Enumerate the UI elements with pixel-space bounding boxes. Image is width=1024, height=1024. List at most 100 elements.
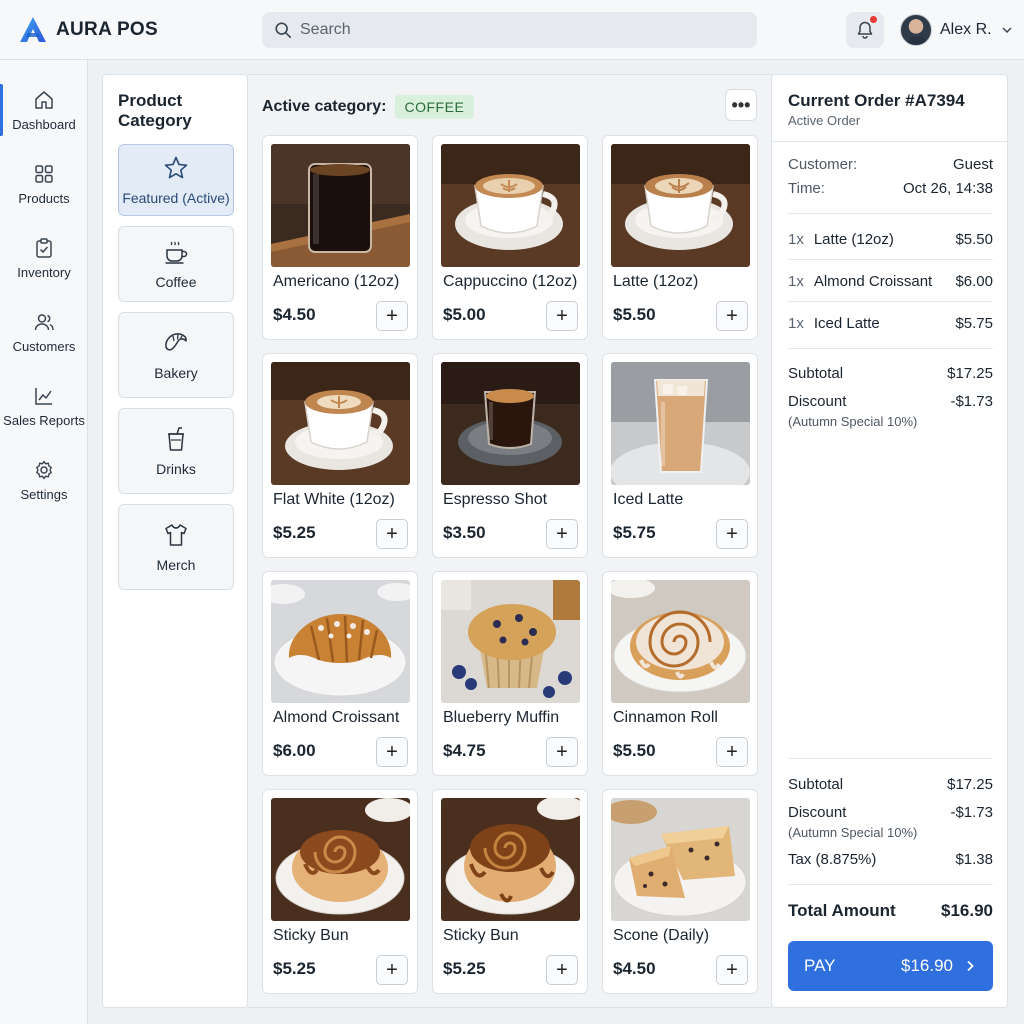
add-to-order-button[interactable]: + — [716, 955, 748, 985]
order-title: Current Order #A7394 — [788, 91, 965, 110]
product-price: $6.00 — [273, 741, 316, 760]
discount-row: Discount -$1.73 — [788, 393, 993, 410]
product-name: Almond Croissant — [273, 709, 400, 726]
product-name: Latte (12oz) — [613, 273, 699, 290]
product-card[interactable]: Sticky Bun $5.25 + — [262, 789, 418, 994]
top-bar: AURA POS Alex R. — [0, 0, 1024, 60]
notification-dot — [870, 16, 877, 23]
order-line-item[interactable]: 1x Almond Croissant $6.00 — [788, 273, 993, 290]
sidebar-item-label: Sales Reports — [3, 412, 85, 428]
product-card[interactable]: Americano (12oz) $4.50 + — [262, 135, 418, 340]
product-price: $4.50 — [273, 305, 316, 324]
order-line-item[interactable]: 1x Latte (12oz) $5.50 — [788, 231, 993, 248]
product-card[interactable]: Almond Croissant $6.00 + — [262, 571, 418, 776]
user-menu[interactable]: Alex R. — [900, 14, 1014, 46]
aura-logo-icon — [20, 17, 46, 42]
item-qty: 1x — [788, 273, 804, 290]
product-card[interactable]: Scone (Daily) $4.50 + — [602, 789, 758, 994]
summary-discount-row: Discount -$1.73 — [788, 804, 993, 821]
blueberry-muffin-photo — [441, 580, 580, 703]
americano-glass-photo — [271, 144, 410, 267]
product-card[interactable]: Iced Latte $5.75 + — [602, 353, 758, 558]
notifications-button[interactable] — [846, 12, 884, 48]
product-name: Cinnamon Roll — [613, 709, 718, 726]
category-label: Merch — [156, 557, 196, 573]
product-card[interactable]: Espresso Shot $3.50 + — [432, 353, 588, 558]
sidebar-item-settings[interactable]: Settings — [0, 448, 88, 512]
sidebar-item-label: Settings — [20, 486, 68, 502]
order-line-item[interactable]: 1x Iced Latte $5.75 — [788, 315, 993, 332]
sidebar-item-products[interactable]: Products — [0, 152, 88, 216]
customer-value: Guest — [952, 156, 993, 173]
add-to-order-button[interactable]: + — [546, 301, 578, 331]
add-to-order-button[interactable]: + — [546, 955, 578, 985]
app-logo[interactable]: AURA POS — [18, 15, 158, 45]
product-price: $5.25 — [443, 959, 486, 978]
search-input[interactable] — [300, 21, 720, 39]
product-card[interactable]: Latte (12oz) $5.50 + — [602, 135, 758, 340]
line-chart-icon — [35, 387, 52, 405]
category-drinks[interactable]: Drinks — [118, 408, 234, 494]
sidebar-item-customers[interactable]: Customers — [0, 300, 88, 364]
pay-amount: $16.90 — [901, 956, 953, 975]
category-label: Coffee — [155, 274, 197, 290]
sticky-bun-photo — [271, 798, 410, 921]
search-icon — [275, 22, 292, 39]
add-to-order-button[interactable]: + — [546, 737, 578, 767]
add-to-order-button[interactable]: + — [716, 301, 748, 331]
chevron-down-icon — [1002, 27, 1012, 34]
more-options-button[interactable]: ••• — [725, 89, 757, 121]
chevron-right-icon — [967, 960, 974, 972]
bell-icon — [857, 21, 873, 39]
customer-label: Customer: — [788, 156, 858, 173]
category-label: Drinks — [156, 461, 196, 477]
product-card[interactable]: Cappuccino (12oz) $5.00 + — [432, 135, 588, 340]
product-card[interactable]: Flat White (12oz) $5.25 + — [262, 353, 418, 558]
divider — [788, 259, 993, 260]
sidebar-item-dashboard[interactable]: Dashboard — [0, 78, 88, 142]
pay-label: PAY — [804, 956, 836, 975]
sidebar-item-label: Customers — [12, 338, 76, 354]
add-to-order-button[interactable]: + — [376, 519, 408, 549]
sidebar-item-sales-reports[interactable]: Sales Reports — [0, 374, 88, 438]
product-name: Americano (12oz) — [273, 273, 400, 290]
product-grid-panel: Active category: COFFEE ••• Americano (1… — [248, 74, 771, 1008]
category-coffee[interactable]: Coffee — [118, 226, 234, 302]
product-card[interactable]: Sticky Bun $5.25 + — [432, 789, 588, 994]
add-to-order-button[interactable]: + — [716, 737, 748, 767]
category-bakery[interactable]: Bakery — [118, 312, 234, 398]
product-card[interactable]: Blueberry Muffin $4.75 + — [432, 571, 588, 776]
item-qty: 1x — [788, 231, 804, 248]
croissant-icon — [165, 333, 187, 351]
discount-note: (Autumn Special 10%) — [788, 414, 918, 429]
clipboard-check-icon — [36, 237, 52, 258]
category-featured[interactable]: Featured (Active) — [118, 144, 234, 216]
avatar — [900, 14, 932, 46]
almond-croissant-photo — [271, 580, 410, 703]
divider — [772, 141, 1007, 142]
discount-value: -$1.73 — [950, 804, 993, 821]
discount-label: Discount — [788, 393, 847, 410]
total-value: $16.90 — [941, 901, 993, 920]
product-card[interactable]: Cinnamon Roll $5.50 + — [602, 571, 758, 776]
add-to-order-button[interactable]: + — [376, 301, 408, 331]
user-name: Alex R. — [940, 21, 992, 38]
tax-value: $1.38 — [955, 851, 993, 868]
coffee-cup-icon — [165, 241, 188, 264]
active-category: Active category: COFFEE — [262, 95, 475, 119]
search-bar[interactable] — [262, 12, 757, 48]
pay-button[interactable]: PAY $16.90 — [788, 941, 993, 991]
add-to-order-button[interactable]: + — [376, 737, 408, 767]
product-price: $5.50 — [613, 305, 656, 324]
add-to-order-button[interactable]: + — [376, 955, 408, 985]
add-to-order-button[interactable]: + — [546, 519, 578, 549]
sidebar-item-inventory[interactable]: Inventory — [0, 226, 88, 290]
sidebar-item-label: Products — [18, 190, 70, 206]
category-merch[interactable]: Merch — [118, 504, 234, 590]
discount-label: Discount — [788, 804, 847, 821]
discount-value: -$1.73 — [950, 393, 993, 410]
total-row: Total Amount $16.90 — [788, 901, 993, 921]
add-to-order-button[interactable]: + — [716, 519, 748, 549]
app-title: AURA POS — [56, 19, 158, 40]
product-price: $4.50 — [613, 959, 656, 978]
